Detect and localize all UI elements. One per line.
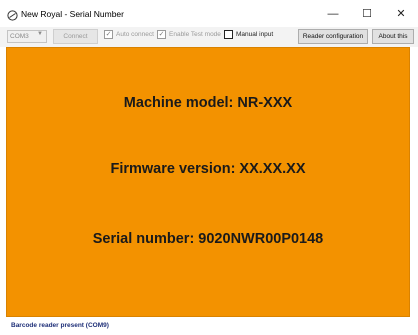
manual-input-box <box>224 30 233 39</box>
auto-connect-check-icon: ✓ <box>104 30 113 39</box>
manual-input-checkbox[interactable]: Manual input <box>224 30 273 39</box>
port-select-value: COM3 <box>10 33 29 40</box>
minimize-button[interactable]: — <box>316 0 350 27</box>
reader-configuration-button[interactable]: Reader configuration <box>298 29 368 44</box>
auto-connect-label: Auto connect <box>116 31 154 38</box>
minimize-icon: — <box>327 7 339 20</box>
window-controls: — ☐ ✕ <box>316 0 418 27</box>
maximize-icon: ☐ <box>362 8 372 20</box>
test-mode-check-icon: ✓ <box>157 30 166 39</box>
maximize-button[interactable]: ☐ <box>350 0 384 27</box>
auto-connect-checkbox[interactable]: ✓ Auto connect <box>104 30 154 39</box>
status-bar-text: Barcode reader present (COM9) <box>11 322 109 329</box>
serial-number-text: Serial number: 9020NWR00P0148 <box>92 231 324 247</box>
connect-button[interactable]: Connect <box>53 29 98 44</box>
toolbar: COM3 ▼ Connect ✓ Auto connect ✓ Enable T… <box>0 27 418 47</box>
title-bar: New Royal - Serial Number — ☐ ✕ <box>0 0 418 27</box>
chevron-down-icon: ▼ <box>37 31 43 37</box>
device-info-panel: Machine model: NR-XXX Firmware version: … <box>6 47 410 317</box>
test-mode-label: Enable Test mode <box>169 31 221 38</box>
app-logo-icon <box>7 8 18 21</box>
close-icon: ✕ <box>396 8 406 20</box>
about-button[interactable]: About this <box>372 29 414 44</box>
window-title: New Royal - Serial Number <box>21 8 124 19</box>
close-button[interactable]: ✕ <box>384 0 418 27</box>
firmware-version-text: Firmware version: XX.XX.XX <box>110 161 306 177</box>
manual-input-label: Manual input <box>236 31 274 38</box>
port-select[interactable]: COM3 ▼ <box>7 30 47 43</box>
test-mode-checkbox[interactable]: ✓ Enable Test mode <box>157 30 221 39</box>
machine-model-text: Machine model: NR-XXX <box>123 95 293 111</box>
